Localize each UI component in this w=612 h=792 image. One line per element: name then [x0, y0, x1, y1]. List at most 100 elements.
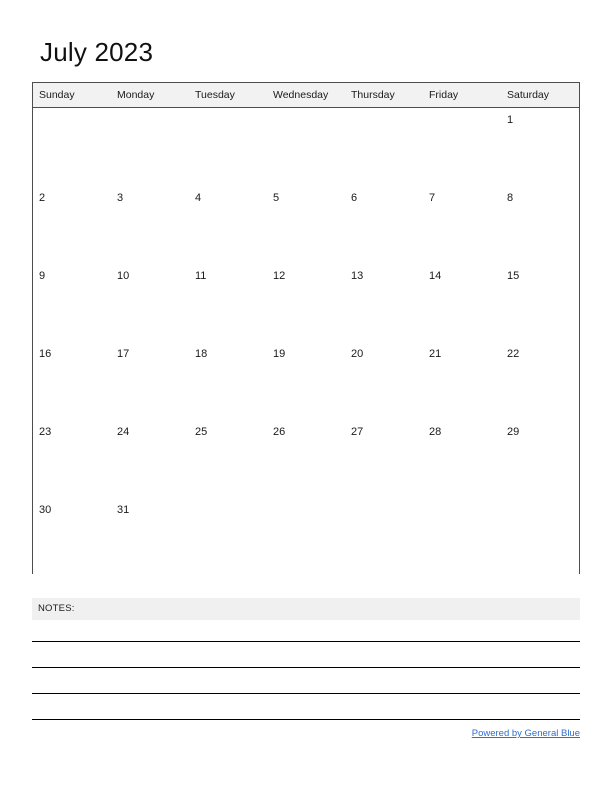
day-number: 19: [273, 347, 286, 360]
day-number: 25: [195, 425, 208, 438]
day-number: 6: [351, 191, 358, 204]
calendar-day-cell[interactable]: 7: [423, 185, 501, 264]
day-number: 23: [39, 425, 52, 438]
calendar-day-cell[interactable]: 25: [189, 419, 267, 498]
day-number: 7: [429, 191, 436, 204]
calendar-day-cell[interactable]: [423, 107, 501, 186]
weekday-header-saturday: Saturday: [501, 83, 579, 108]
calendar-day-cell[interactable]: 24: [111, 419, 189, 498]
day-number: 3: [117, 191, 124, 204]
calendar-day-cell[interactable]: 4: [189, 185, 267, 264]
day-number: 15: [507, 269, 520, 282]
calendar-day-cell[interactable]: 16: [33, 341, 111, 420]
calendar-day-cell[interactable]: [189, 107, 267, 186]
calendar-day-cell[interactable]: [267, 497, 345, 576]
weekday-header-friday: Friday: [423, 83, 501, 108]
day-number: 21: [429, 347, 442, 360]
calendar-week-row: 30 31: [33, 497, 579, 576]
calendar-day-cell[interactable]: 27: [345, 419, 423, 498]
calendar-week-row: 23 24 25 26 27 28 29: [33, 419, 579, 498]
weekday-header-thursday: Thursday: [345, 83, 423, 108]
weekday-header-row: Sunday Monday Tuesday Wednesday Thursday…: [33, 83, 579, 108]
day-number: 26: [273, 425, 286, 438]
notes-writing-line[interactable]: [32, 667, 580, 668]
calendar-day-cell[interactable]: [33, 107, 111, 186]
calendar-body: 1 2 3 4 5 6 7 8 9 10 11 12 13 14 15 16 1…: [33, 107, 579, 576]
weekday-header-tuesday: Tuesday: [189, 83, 267, 108]
calendar-day-cell[interactable]: 29: [501, 419, 579, 498]
calendar-day-cell[interactable]: 21: [423, 341, 501, 420]
day-number: 16: [39, 347, 52, 360]
calendar-day-cell[interactable]: 8: [501, 185, 579, 264]
calendar-day-cell[interactable]: 23: [33, 419, 111, 498]
calendar-day-cell[interactable]: [345, 497, 423, 576]
day-number: 10: [117, 269, 130, 282]
calendar-day-cell[interactable]: [267, 107, 345, 186]
page-title: July 2023: [40, 37, 154, 67]
calendar-day-cell[interactable]: 28: [423, 419, 501, 498]
day-number: 11: [195, 269, 207, 282]
calendar-day-cell[interactable]: 12: [267, 263, 345, 342]
calendar-day-cell[interactable]: 15: [501, 263, 579, 342]
powered-by-link[interactable]: Powered by General Blue: [472, 728, 580, 739]
weekday-header-sunday: Sunday: [33, 83, 111, 108]
calendar-day-cell[interactable]: 17: [111, 341, 189, 420]
calendar-week-row: 2 3 4 5 6 7 8: [33, 185, 579, 264]
notes-writing-line[interactable]: [32, 641, 580, 642]
day-number: 9: [39, 269, 46, 282]
day-number: 14: [429, 269, 442, 282]
day-number: 28: [429, 425, 442, 438]
calendar-day-cell[interactable]: 18: [189, 341, 267, 420]
calendar-day-cell[interactable]: 3: [111, 185, 189, 264]
calendar-day-cell[interactable]: [423, 497, 501, 576]
calendar-page: July 2023 Sunday Monday Tuesday Wednesda…: [0, 0, 612, 792]
day-number: 29: [507, 425, 520, 438]
notes-writing-line[interactable]: [32, 693, 580, 694]
calendar-day-cell[interactable]: 19: [267, 341, 345, 420]
calendar-week-row: 16 17 18 19 20 21 22: [33, 341, 579, 420]
calendar-day-cell[interactable]: 5: [267, 185, 345, 264]
calendar-day-cell[interactable]: [345, 107, 423, 186]
weekday-header-wednesday: Wednesday: [267, 83, 345, 108]
day-number: 4: [195, 191, 202, 204]
monthly-calendar-grid: Sunday Monday Tuesday Wednesday Thursday…: [32, 82, 580, 576]
day-number: 8: [507, 191, 514, 204]
day-number: 5: [273, 191, 280, 204]
day-number: 12: [273, 269, 286, 282]
day-number: 20: [351, 347, 364, 360]
calendar-day-cell[interactable]: 20: [345, 341, 423, 420]
notes-header-bar: NOTES:: [32, 598, 580, 620]
footer: Powered by General Blue: [32, 723, 580, 741]
calendar-day-cell[interactable]: 11: [189, 263, 267, 342]
calendar-day-cell[interactable]: 22: [501, 341, 579, 420]
day-number: 31: [117, 503, 130, 516]
calendar-day-cell[interactable]: 9: [33, 263, 111, 342]
calendar-table: Sunday Monday Tuesday Wednesday Thursday…: [33, 83, 579, 576]
calendar-day-cell[interactable]: 26: [267, 419, 345, 498]
weekday-header-monday: Monday: [111, 83, 189, 108]
calendar-day-cell[interactable]: 31: [111, 497, 189, 576]
calendar-day-cell[interactable]: 1: [501, 107, 579, 186]
calendar-day-cell[interactable]: 30: [33, 497, 111, 576]
calendar-day-cell[interactable]: 2: [33, 185, 111, 264]
calendar-day-cell[interactable]: [501, 497, 579, 576]
day-number: 24: [117, 425, 130, 438]
calendar-day-cell[interactable]: [189, 497, 267, 576]
day-number: 1: [507, 114, 514, 126]
calendar-day-cell[interactable]: 6: [345, 185, 423, 264]
calendar-day-cell[interactable]: 10: [111, 263, 189, 342]
day-number: 13: [351, 269, 364, 282]
notes-writing-line[interactable]: [32, 719, 580, 720]
notes-label: NOTES:: [38, 603, 75, 614]
calendar-week-row: 9 10 11 12 13 14 15: [33, 263, 579, 342]
calendar-day-cell[interactable]: 13: [345, 263, 423, 342]
day-number: 22: [507, 347, 520, 360]
day-number: 2: [39, 191, 46, 204]
day-number: 30: [39, 503, 52, 516]
calendar-day-cell[interactable]: [111, 107, 189, 186]
day-number: 17: [117, 347, 130, 360]
day-number: 18: [195, 347, 208, 360]
day-number: 27: [351, 425, 364, 438]
calendar-week-row: 1: [33, 107, 579, 186]
calendar-day-cell[interactable]: 14: [423, 263, 501, 342]
